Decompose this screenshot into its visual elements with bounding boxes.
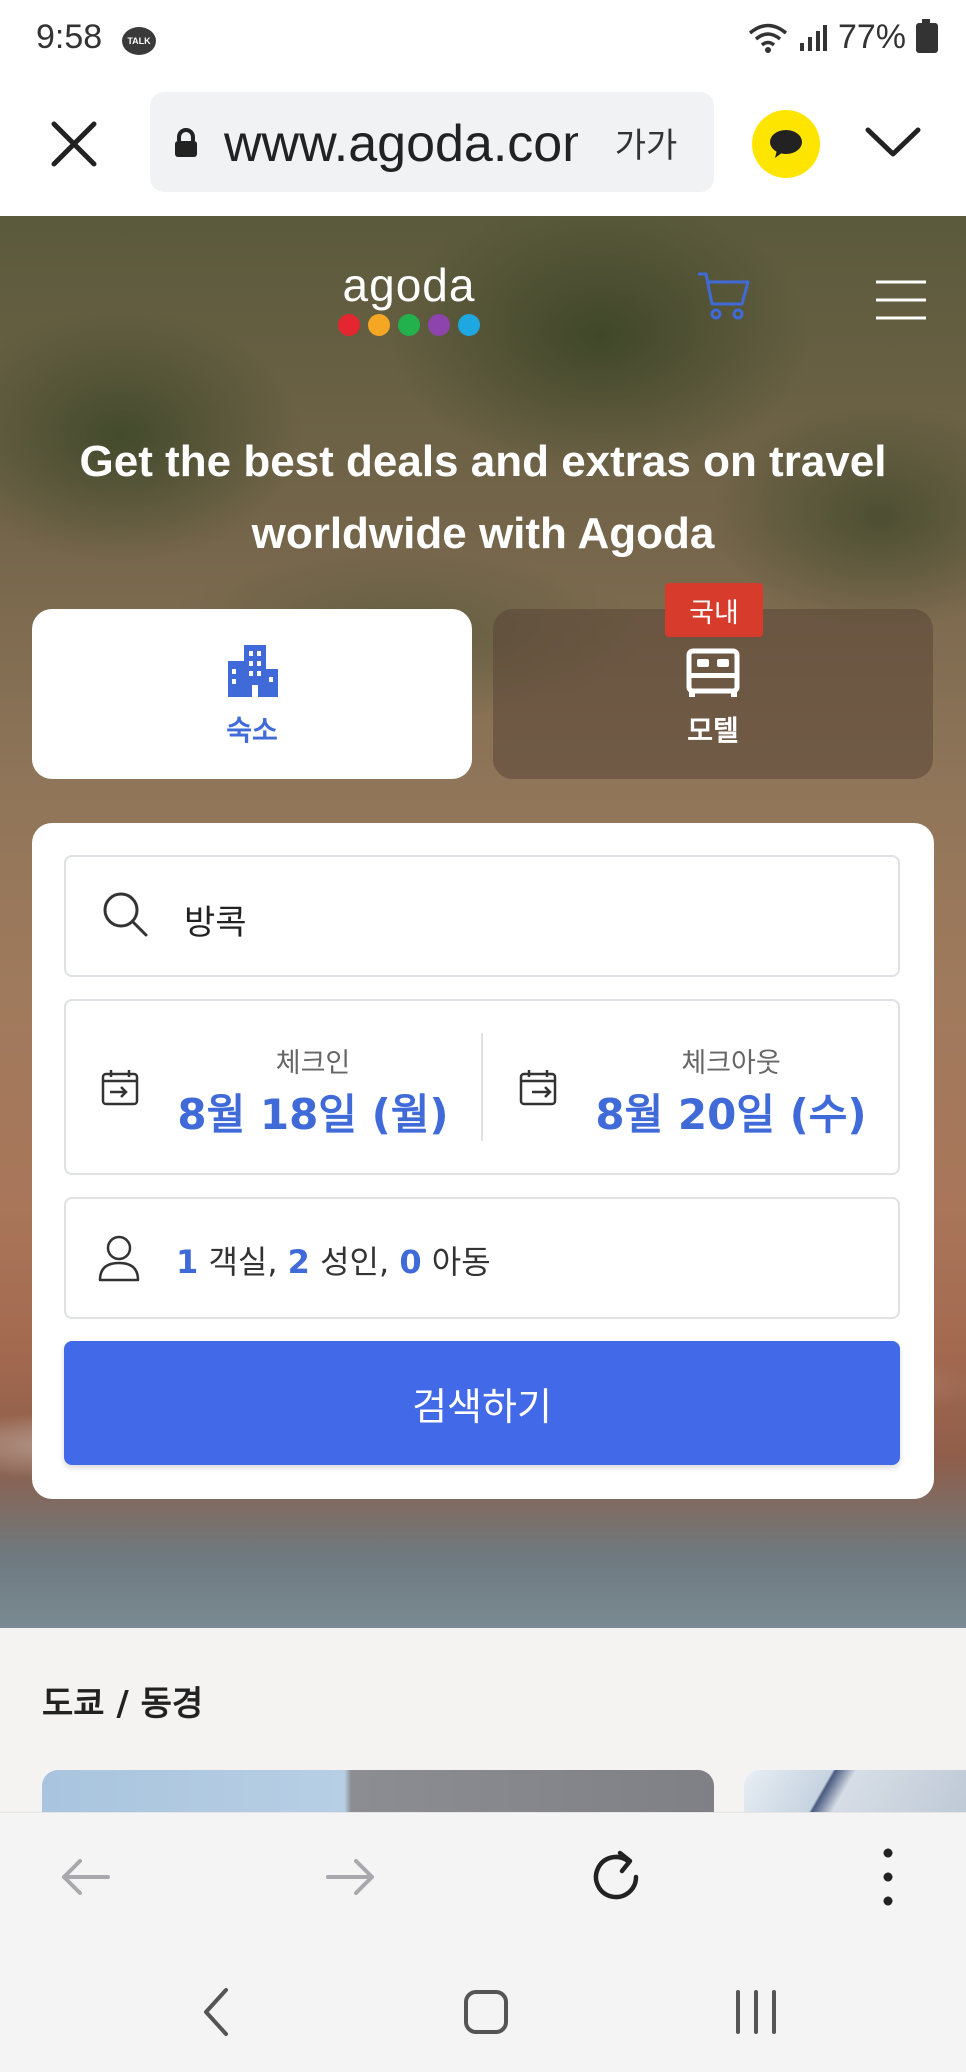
- status-indicators: 77%: [748, 18, 938, 57]
- logo-dot-blue: [458, 314, 480, 336]
- status-bar: 9:58 TALK 77%: [0, 0, 966, 84]
- search-icon: [103, 892, 148, 937]
- section-title: 도쿄 / 동경: [42, 1684, 204, 1724]
- checkin-date: 8월 18일 (월): [177, 1090, 449, 1139]
- tab-accommodation-label: 숙소: [226, 714, 278, 747]
- hamburger-menu-icon[interactable]: [874, 278, 928, 322]
- kakao-chat-button[interactable]: [752, 110, 820, 178]
- tab-accommodation[interactable]: 숙소: [32, 609, 472, 779]
- destination-card-image[interactable]: [744, 1770, 966, 1812]
- kakaotalk-notification-icon: TALK: [122, 27, 156, 55]
- checkout-field[interactable]: 체크아웃 8월 20일 (수): [484, 1001, 898, 1173]
- system-home-icon[interactable]: [456, 1982, 516, 2042]
- system-recents-icon[interactable]: [726, 1982, 786, 2042]
- search-card: 방콕 체크인 8월 18일 (월) 체크아웃 8월 20일 (수) 1 객실, …: [32, 823, 934, 1499]
- date-picker: 체크인 8월 18일 (월) 체크아웃 8월 20일 (수): [64, 999, 900, 1175]
- battery-icon: [916, 18, 938, 53]
- occupancy-summary: 1 객실, 2 성인, 0 아동: [176, 1237, 491, 1283]
- rooms-label: 객실,: [198, 1243, 288, 1281]
- text-size-button[interactable]: 가가: [578, 92, 714, 192]
- more-options-icon[interactable]: [856, 1845, 920, 1909]
- adults-count: 2: [287, 1243, 310, 1281]
- hero-title: Get the best deals and extras on travel …: [40, 426, 926, 570]
- lock-icon: [175, 128, 197, 157]
- logo-dot-green: [398, 314, 420, 336]
- adults-label: 성인,: [309, 1243, 400, 1281]
- rooms-count: 1: [176, 1243, 199, 1281]
- person-icon: [98, 1235, 140, 1282]
- children-count: 0: [399, 1243, 422, 1281]
- destination-value: 방콕: [184, 903, 247, 943]
- forward-arrow-icon[interactable]: [318, 1845, 382, 1909]
- occupancy-field[interactable]: 1 객실, 2 성인, 0 아동: [64, 1197, 900, 1319]
- date-divider: [481, 1033, 483, 1141]
- hero-section: agoda Get the best deals and extras on t…: [0, 216, 966, 1628]
- status-time: 9:58: [36, 18, 103, 56]
- hotel-building-icon: [228, 645, 278, 697]
- checkout-date: 8월 20일 (수): [595, 1090, 867, 1139]
- search-button[interactable]: 검색하기: [64, 1341, 900, 1465]
- logo-dot-red: [338, 314, 360, 336]
- url-bar[interactable]: www.agoda.com 가가: [150, 92, 714, 192]
- checkin-label: 체크인: [275, 1048, 351, 1079]
- hero-title-line1: Get the best deals and extras on travel: [79, 437, 887, 486]
- checkout-label: 체크아웃: [681, 1048, 781, 1079]
- cart-icon[interactable]: [696, 270, 752, 322]
- battery-percent: 77%: [837, 18, 906, 56]
- logo-dot-purple: [428, 314, 450, 336]
- chat-bubble-icon: [770, 130, 802, 158]
- logo-dots: [338, 314, 480, 336]
- android-navigation-bar: [0, 1942, 966, 2072]
- chevron-down-icon[interactable]: [862, 118, 924, 168]
- close-icon[interactable]: [44, 114, 104, 174]
- agoda-logo[interactable]: agoda: [338, 262, 480, 336]
- logo-dot-orange: [368, 314, 390, 336]
- signal-icon: [799, 24, 827, 51]
- tab-motel-label: 모텔: [687, 714, 739, 747]
- children-label: 아동: [421, 1243, 491, 1281]
- destination-card-image[interactable]: [42, 1770, 714, 1812]
- reload-icon[interactable]: [584, 1845, 648, 1909]
- browser-toolbar: www.agoda.com 가가: [0, 84, 966, 216]
- back-arrow-icon[interactable]: [54, 1845, 118, 1909]
- system-back-icon[interactable]: [188, 1982, 248, 2042]
- destination-section: 도쿄 / 동경: [0, 1628, 966, 1812]
- bed-icon: [686, 648, 740, 697]
- browser-bottom-bar: [0, 1812, 966, 1943]
- logo-text: agoda: [342, 259, 476, 311]
- hero-title-line2: worldwide with Agoda: [251, 509, 715, 558]
- destination-input[interactable]: 방콕: [64, 855, 900, 977]
- wifi-icon: [748, 23, 788, 53]
- domestic-badge: 국내: [665, 583, 763, 637]
- checkin-field[interactable]: 체크인 8월 18일 (월): [66, 1001, 480, 1173]
